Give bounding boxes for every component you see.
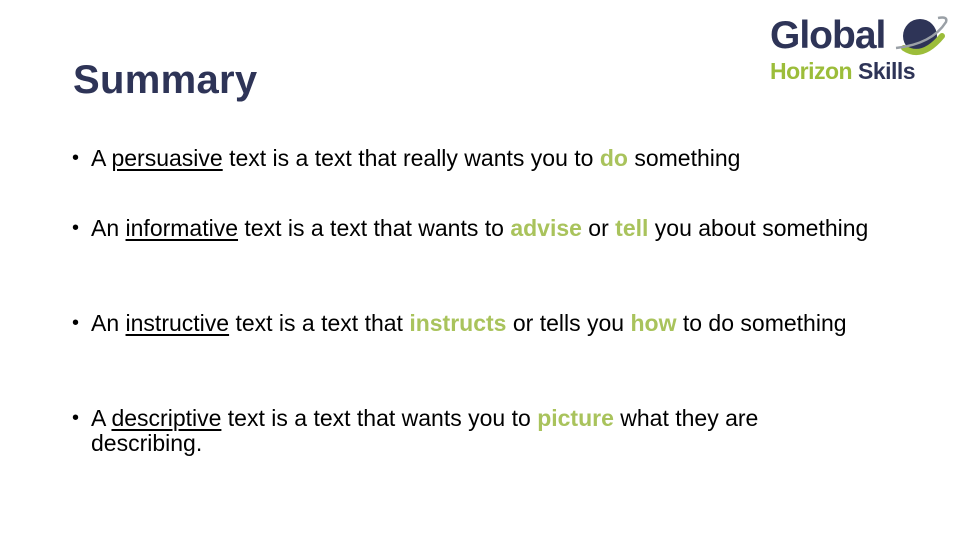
term-descriptive: descriptive xyxy=(111,405,222,431)
logo-word-horizon: Horizon xyxy=(770,58,853,84)
bullet-item-informative: • An informative text is a text that wan… xyxy=(72,215,869,241)
global-horizon-skills-logo: Global Horizon Skills xyxy=(768,14,948,88)
bullet-dot: • xyxy=(72,407,80,429)
bullet-item-persuasive: • A persuasive text is a text that reall… xyxy=(72,145,741,171)
logo-wordmark-global: Global xyxy=(770,14,886,57)
highlight-how: how xyxy=(630,310,677,336)
bullet-dot: • xyxy=(72,217,80,239)
term-informative: informative xyxy=(125,215,239,241)
logo-word-skills: Skills xyxy=(858,58,916,84)
term-persuasive: persuasive xyxy=(111,145,223,171)
highlight-picture: picture xyxy=(537,405,614,431)
highlight-do: do xyxy=(599,145,628,171)
bullet-dot: • xyxy=(72,312,80,334)
slide-title: Summary xyxy=(73,58,258,102)
bullet-item-instructive: • An instructive text is a text that ins… xyxy=(72,310,847,336)
highlight-tell: tell xyxy=(615,215,649,241)
logo-wordmark-line2: Horizon Skills xyxy=(770,58,916,84)
bullet-item-descriptive: • A descriptive text is a text that want… xyxy=(72,405,759,456)
bullet-dot: • xyxy=(72,147,80,169)
highlight-advise: advise xyxy=(510,215,582,241)
highlight-instructs: instructs xyxy=(409,310,507,336)
term-instructive: instructive xyxy=(125,310,230,336)
planet-ring-icon xyxy=(895,16,948,55)
